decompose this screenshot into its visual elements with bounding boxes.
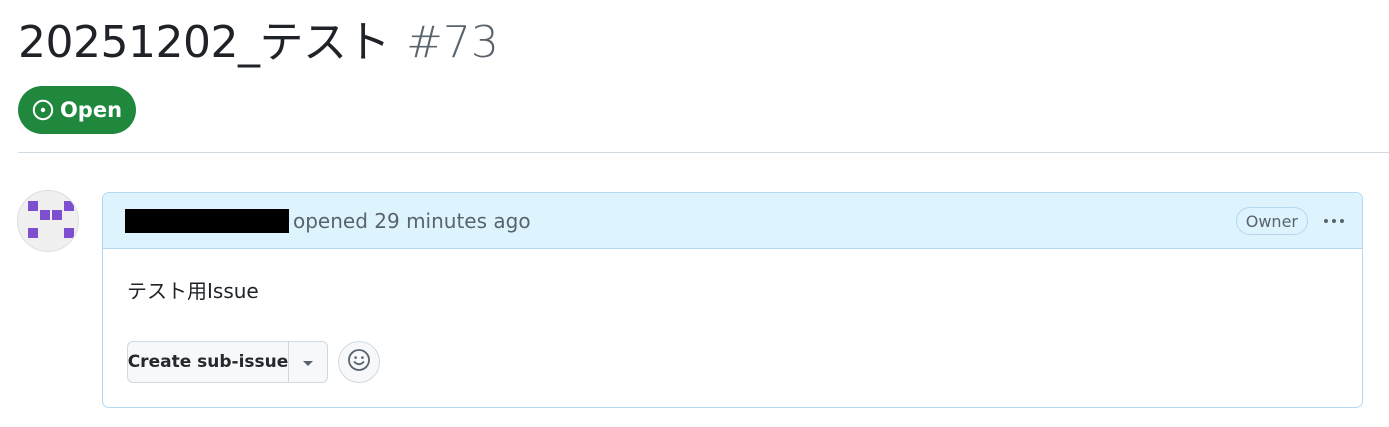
opened-timestamp[interactable]: opened 29 minutes ago: [293, 209, 531, 233]
comment-body: テスト用Issue Create sub-issue: [103, 249, 1362, 407]
issue-title: 20251202_テスト: [18, 17, 390, 68]
comment-header: opened 29 minutes ago Owner: [103, 193, 1362, 249]
header-divider: [18, 152, 1389, 153]
triangle-down-icon: [302, 353, 314, 372]
sub-issue-dropdown-button[interactable]: [289, 342, 327, 382]
issue-opened-icon: [32, 99, 54, 121]
owner-badge: Owner: [1235, 207, 1308, 235]
comment-body-text: テスト用Issue: [127, 279, 259, 303]
issue-number: #73: [405, 17, 499, 68]
issue-comment: opened 29 minutes ago Owner テスト用Issue Cr…: [102, 192, 1363, 408]
create-sub-issue-button[interactable]: Create sub-issue: [128, 342, 289, 382]
issue-state-label: Open: [59, 98, 123, 122]
smiley-icon: [347, 348, 371, 376]
issue-title-row: 20251202_テスト #73: [18, 6, 499, 70]
kebab-horizontal-icon[interactable]: [1320, 209, 1348, 233]
add-reaction-button[interactable]: [338, 341, 380, 383]
issue-state-badge: Open: [18, 86, 136, 134]
avatar[interactable]: [17, 190, 79, 252]
create-sub-issue-button-group: Create sub-issue: [127, 341, 328, 383]
author-name-redacted[interactable]: [125, 208, 289, 233]
